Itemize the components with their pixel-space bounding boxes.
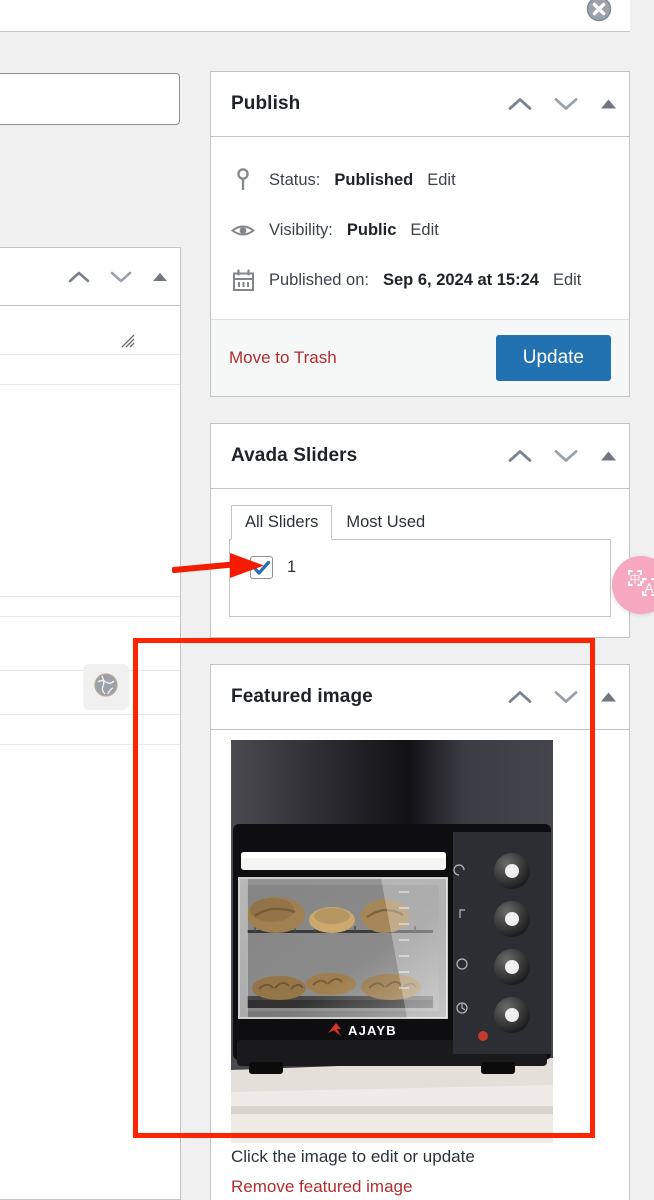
post-sidebar-column: Publish Status: Published Edit Visibilit… — [210, 71, 630, 1200]
featured-image-header: Featured image — [211, 665, 629, 730]
left-title-input[interactable] — [0, 73, 180, 125]
chevron-up-icon[interactable] — [66, 268, 92, 286]
publish-date-row: Published on: Sep 6, 2024 at 15:24 Edit — [231, 255, 609, 305]
chevron-up-icon[interactable] — [506, 688, 534, 707]
post-status-pin-icon — [231, 168, 255, 192]
top-content-strip — [0, 0, 630, 32]
chevron-down-icon[interactable] — [552, 447, 580, 466]
publish-date-label: Published on: — [269, 270, 369, 289]
svg-text:AJAYB: AJAYB — [348, 1023, 397, 1038]
move-to-trash-link[interactable]: Move to Trash — [229, 348, 337, 368]
resize-handle-icon[interactable] — [119, 332, 135, 348]
list-item[interactable] — [0, 306, 180, 355]
triangle-toggle-icon[interactable] — [598, 690, 619, 705]
slider-tab-panel: 1 — [229, 539, 611, 617]
publish-status-label: Status: — [269, 170, 321, 189]
left-metabox — [0, 247, 181, 1200]
chevron-up-icon[interactable] — [506, 95, 534, 114]
publish-visibility-value: Public — [346, 220, 397, 239]
left-editor-column — [0, 33, 181, 1200]
publish-footer: Move to Trash Update — [211, 319, 629, 396]
avada-sliders-header: Avada Sliders — [211, 424, 629, 489]
featured-image-thumbnail[interactable]: AJAYB — [231, 740, 553, 1143]
featured-image-title: Featured image — [231, 686, 373, 707]
featured-image-edit-caption[interactable]: Click the image to edit or update — [231, 1147, 611, 1167]
publish-date-value: Sep 6, 2024 at 15:24 — [383, 270, 539, 289]
globe-icon — [93, 672, 119, 703]
publish-visibility-label: Visibility: — [269, 220, 333, 239]
globe-icon-button[interactable] — [83, 664, 129, 710]
tab-all-sliders[interactable]: All Sliders — [231, 505, 333, 540]
translate-cjk-glyph: 中 — [630, 572, 641, 585]
triangle-toggle-icon[interactable] — [150, 270, 170, 284]
list-item[interactable] — [0, 715, 180, 745]
featured-image-body: AJAYB Click the image to edit or update … — [211, 730, 629, 1200]
publish-status-edit-link[interactable]: Edit — [427, 171, 455, 190]
calendar-icon — [231, 268, 255, 292]
featured-image-metabox: Featured image AJAYB Click the image to … — [210, 664, 630, 1200]
left-metabox-body — [0, 306, 180, 745]
chevron-down-icon[interactable] — [552, 95, 580, 114]
left-metabox-header — [0, 248, 180, 306]
left-metabox-controls — [66, 268, 170, 286]
checkmark-icon — [253, 560, 270, 575]
publish-visibility-edit-link[interactable]: Edit — [410, 221, 438, 240]
publish-status-row: Status: Published Edit — [231, 155, 609, 205]
avada-sliders-body: All Sliders Most Used 1 — [211, 489, 629, 637]
tab-most-used[interactable]: Most Used — [332, 505, 439, 540]
publish-metabox-header: Publish — [211, 72, 629, 137]
avada-sliders-metabox: Avada Sliders All Sliders Most Used 1 — [210, 423, 630, 638]
translate-icon: 中 A — [626, 568, 654, 603]
eye-visibility-icon — [231, 222, 255, 239]
list-item[interactable] — [0, 597, 180, 617]
chevron-down-icon[interactable] — [552, 688, 580, 707]
avada-sliders-title: Avada Sliders — [231, 445, 358, 466]
publish-date-edit-link[interactable]: Edit — [553, 271, 581, 290]
publish-visibility-row: Visibility: Public Edit — [231, 205, 609, 255]
triangle-toggle-icon[interactable] — [598, 449, 619, 464]
publish-title: Publish — [231, 93, 301, 114]
update-button[interactable]: Update — [495, 335, 611, 381]
chevron-down-icon[interactable] — [108, 268, 134, 286]
close-circle-icon[interactable] — [586, 0, 612, 22]
publish-status-value: Published — [334, 170, 414, 189]
remove-featured-image-link[interactable]: Remove featured image — [231, 1177, 611, 1197]
publish-controls — [506, 95, 619, 114]
featured-image-controls — [506, 688, 619, 707]
slider-list-item-1: 1 — [244, 556, 596, 579]
chevron-up-icon[interactable] — [506, 447, 534, 466]
translate-latin-glyph: A — [644, 580, 654, 596]
publish-metabox: Publish Status: Published Edit Visibilit… — [210, 71, 630, 397]
publish-body: Status: Published Edit Visibility: Publi… — [211, 137, 629, 319]
slider-checkbox-1[interactable] — [250, 556, 273, 579]
list-item[interactable] — [0, 385, 180, 597]
wordpress-post-editor-screen: Publish Status: Published Edit Visibilit… — [0, 0, 654, 1200]
list-item[interactable] — [0, 355, 180, 385]
triangle-toggle-icon[interactable] — [598, 97, 619, 112]
list-item[interactable] — [0, 617, 180, 671]
slider-item-label-1: 1 — [287, 558, 297, 576]
avada-sliders-controls — [506, 447, 619, 466]
slider-tabs: All Sliders Most Used — [231, 505, 611, 540]
